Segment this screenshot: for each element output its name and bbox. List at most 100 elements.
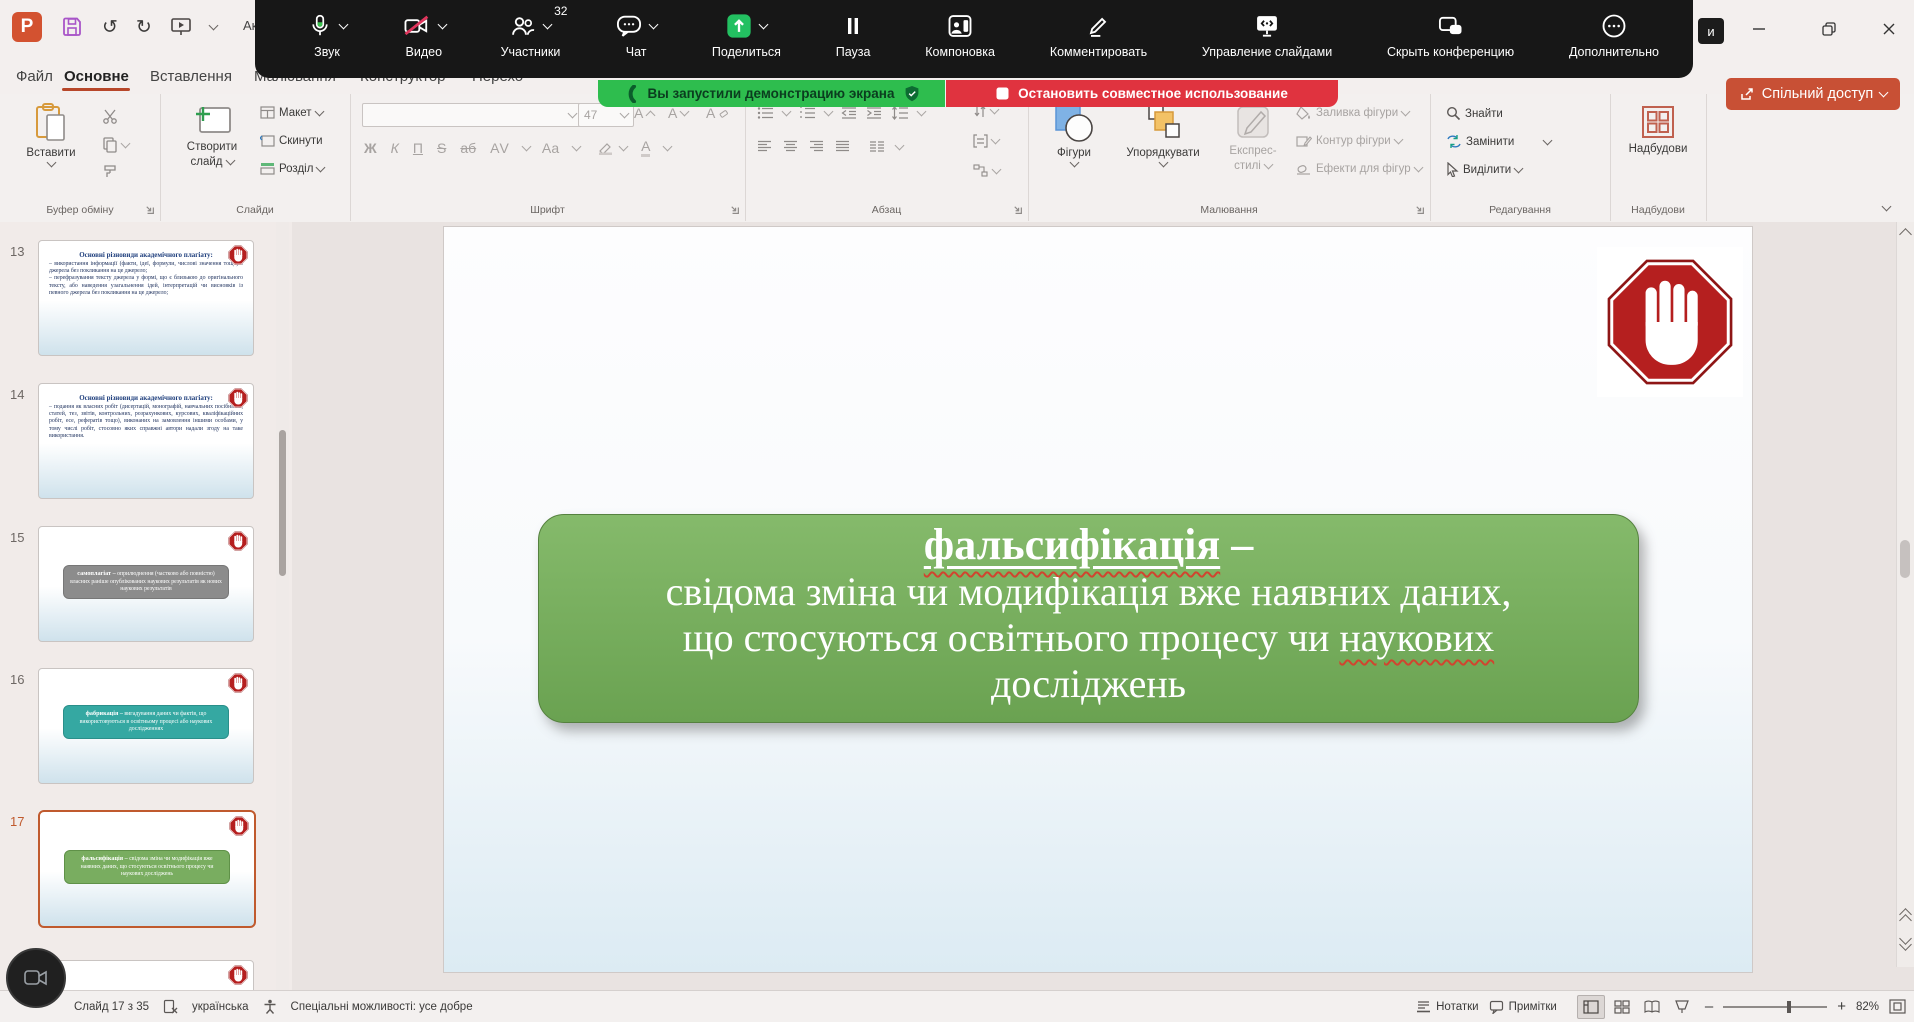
quick-styles-button[interactable]: Експрес- стилі [1220, 102, 1286, 172]
paste-button[interactable]: Вставити [18, 102, 84, 166]
fit-slide-to-window-icon[interactable] [1889, 999, 1906, 1014]
reset-button[interactable]: Скинути [260, 134, 323, 147]
shrink-font-button[interactable]: А [668, 105, 688, 121]
redo-icon[interactable]: ↻ [136, 16, 152, 39]
thumbnails-scrollbar-thumb[interactable] [279, 430, 286, 576]
justify-icon[interactable] [835, 140, 850, 153]
underline-button[interactable]: П [413, 140, 423, 156]
meeting-annotate-button[interactable]: Комментировать [1050, 10, 1147, 59]
shapes-button[interactable]: Фігури [1042, 102, 1106, 166]
zoom-in-button[interactable]: + [1837, 998, 1846, 1015]
meeting-share-button[interactable]: Поделиться [712, 10, 781, 59]
change-case-button[interactable]: Аа [542, 140, 559, 156]
scroll-up-arrow-icon[interactable] [1899, 228, 1912, 241]
minimize-button[interactable] [1742, 14, 1776, 44]
slide-thumbnail-16[interactable]: фабрикація – вигадування даних чи фактів… [38, 668, 254, 784]
share-access-button[interactable]: Спільний доступ [1726, 78, 1900, 110]
small-strike-button[interactable]: аб [460, 140, 476, 156]
meeting-video-button[interactable]: Видео [402, 10, 446, 59]
increase-indent-icon[interactable] [866, 106, 882, 120]
line-spacing-icon[interactable] [891, 106, 909, 120]
select-button[interactable]: Виділити [1446, 162, 1522, 177]
notes-toggle[interactable]: Нотатки [1416, 1000, 1478, 1013]
clear-formatting-button[interactable]: А [706, 105, 728, 121]
slide-canvas[interactable]: фальсифікація – свідома зміна чи модифік… [443, 226, 1753, 973]
cut-button[interactable] [102, 108, 119, 125]
share-screen-chevron-icon[interactable] [759, 20, 769, 30]
zoom-out-button[interactable]: – [1705, 998, 1713, 1015]
shape-fill-button[interactable]: Заливка фігури [1296, 106, 1409, 120]
shape-effects-button[interactable]: Ефекти для фігур [1296, 162, 1422, 176]
save-icon[interactable] [60, 15, 84, 39]
drawing-dialog-launcher[interactable] [1414, 204, 1425, 215]
zoom-slider-thumb[interactable] [1787, 1001, 1791, 1013]
meeting-hide-conference-button[interactable]: Скрыть конференцию [1387, 10, 1514, 59]
layout-button[interactable]: Макет [260, 106, 323, 119]
slide-thumbnail-15[interactable]: самоплагіат – оприлюднення (частково або… [38, 526, 254, 642]
accessibility-status[interactable]: Спеціальні можливості: усе добре [291, 1001, 473, 1013]
undo-icon[interactable]: ↺ [102, 16, 118, 39]
stop-sharing-button[interactable]: Остановить совместное использование [946, 80, 1338, 107]
customize-qat-chevron-icon[interactable] [208, 21, 218, 31]
decrease-indent-icon[interactable] [841, 106, 857, 120]
meeting-manage-slides-button[interactable]: Управление слайдами [1202, 10, 1332, 59]
meeting-chat-button[interactable]: Чат [615, 10, 657, 59]
bold-button[interactable]: Ж [364, 140, 377, 156]
close-button[interactable] [1872, 14, 1906, 44]
main-scrollbar[interactable] [1896, 222, 1914, 967]
italic-button[interactable]: К [391, 140, 399, 156]
definition-textbox[interactable]: фальсифікація – свідома зміна чи модифік… [538, 514, 1639, 723]
view-reading-button[interactable] [1639, 996, 1665, 1018]
new-slide-button[interactable]: Створити слайд [172, 102, 252, 168]
audio-chevron-icon[interactable] [339, 20, 349, 30]
font-name-select[interactable] [362, 103, 582, 127]
arrange-button[interactable]: Упорядкувати [1114, 102, 1212, 166]
meeting-pause-button[interactable]: Пауза [836, 10, 871, 59]
slide-thumbnail-13[interactable]: Основні різновиди академічного плагіату:… [38, 240, 254, 356]
align-center-icon[interactable] [783, 140, 798, 153]
addins-button[interactable]: Надбудови [1620, 104, 1696, 155]
main-scrollbar-thumb[interactable] [1900, 540, 1910, 578]
smartart-button[interactable] [973, 164, 1000, 177]
language-indicator[interactable]: українська [192, 1001, 249, 1013]
tab-home[interactable]: Основне [60, 66, 133, 87]
find-button[interactable]: Знайти [1446, 106, 1503, 121]
restore-button[interactable] [1812, 14, 1846, 44]
paragraph-dialog-launcher[interactable] [1012, 204, 1023, 215]
slide-thumbnail-14[interactable]: Основні різновиди академічного плагіату:… [38, 383, 254, 499]
strikethrough-button[interactable]: S [437, 140, 446, 156]
font-dialog-launcher[interactable] [729, 204, 740, 215]
grow-font-button[interactable]: А [634, 105, 654, 121]
align-text-button[interactable] [973, 134, 999, 148]
collapse-ribbon-chevron-icon[interactable] [1882, 202, 1892, 212]
stop-sign-image[interactable] [1597, 247, 1743, 397]
zoom-percentage[interactable]: 82% [1856, 1001, 1879, 1013]
format-painter-button[interactable] [102, 164, 118, 180]
slide-thumbnail-17-selected[interactable]: фальсифікація – свідома зміна чи модифік… [38, 810, 256, 928]
align-left-icon[interactable] [757, 140, 772, 153]
thumbnails-scrollbar[interactable] [276, 222, 289, 990]
tab-file[interactable]: Файл [12, 66, 57, 87]
section-button[interactable]: Розділ [260, 162, 324, 175]
meeting-layout-button[interactable]: Компоновка [925, 10, 995, 59]
replace-button[interactable]: Замінити [1446, 134, 1551, 149]
tab-insert[interactable]: Вставлення [146, 66, 236, 87]
zoom-slider[interactable] [1723, 1006, 1827, 1008]
highlight-pen-icon[interactable] [598, 141, 616, 155]
spell-check-icon[interactable] [163, 999, 178, 1014]
start-slideshow-icon[interactable] [170, 17, 192, 37]
video-chevron-icon[interactable] [437, 20, 447, 30]
accessibility-icon[interactable] [263, 999, 277, 1014]
participants-chevron-icon[interactable] [543, 20, 553, 30]
char-spacing-button[interactable]: АV [490, 140, 509, 156]
bullets-icon[interactable] [757, 106, 774, 120]
meeting-participants-button[interactable]: 32 Участники [501, 10, 561, 59]
view-slideshow-button[interactable] [1669, 996, 1695, 1018]
copy-button[interactable] [102, 136, 129, 153]
meeting-video-bubble[interactable] [6, 948, 66, 1008]
view-slide-sorter-button[interactable] [1609, 996, 1635, 1018]
meeting-more-button[interactable]: Дополнительно [1569, 10, 1659, 59]
columns-icon[interactable] [869, 140, 885, 153]
view-normal-button[interactable] [1577, 995, 1605, 1019]
shape-outline-button[interactable]: Контур фігури [1296, 134, 1402, 148]
